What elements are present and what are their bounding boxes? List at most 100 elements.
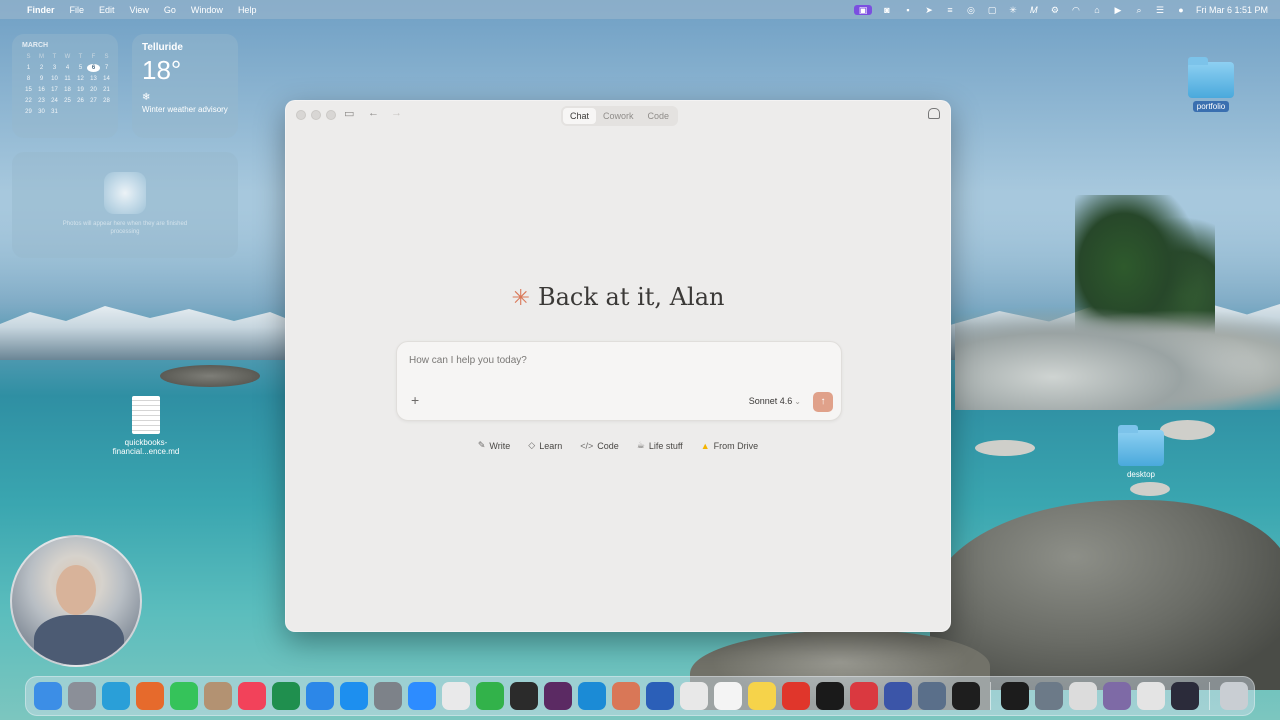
model-selector[interactable]: Sonnet 4.6 ⌄ (749, 396, 801, 406)
system-settings-icon[interactable] (374, 682, 402, 710)
pencil-icon: ✎ (477, 440, 486, 450)
menu-view[interactable]: View (130, 5, 149, 15)
close-button[interactable] (296, 110, 306, 120)
chatgpt-icon[interactable] (510, 682, 538, 710)
zoom-icon[interactable] (408, 682, 436, 710)
incognito-icon[interactable] (928, 108, 940, 119)
window-titlebar[interactable]: ▭ ← → Chat Cowork Code (286, 101, 950, 129)
weather-widget[interactable]: Telluride 18° ❄ Winter weather advisory (132, 34, 238, 138)
expressvpn-icon[interactable] (850, 682, 878, 710)
powershell-icon[interactable] (884, 682, 912, 710)
word-icon[interactable] (646, 682, 674, 710)
contacts-icon[interactable] (204, 682, 232, 710)
launchpad-icon[interactable] (68, 682, 96, 710)
sidebar-toggle-icon[interactable]: ▭ (344, 107, 354, 120)
chip-life-stuff[interactable]: ☕ Life stuff (631, 437, 689, 454)
box-icon[interactable]: ▢ (986, 5, 998, 15)
menu-finder[interactable]: Finder (27, 5, 55, 15)
calendar-day: 14 (103, 76, 110, 82)
m-icon[interactable]: 𝑀 (1028, 5, 1040, 15)
menu-go[interactable]: Go (164, 5, 176, 15)
wallpaper-rock (1130, 482, 1170, 496)
prompt-input[interactable] (409, 355, 709, 366)
app-icon[interactable] (918, 682, 946, 710)
composer[interactable]: + Sonnet 4.6⌄ ↑ (396, 341, 842, 421)
clock[interactable]: Fri Mar 6 1:51 PM (1196, 5, 1268, 15)
window-thumb-1[interactable] (1001, 682, 1029, 710)
calendar-day: 21 (103, 87, 110, 93)
zoom-button[interactable] (326, 110, 336, 120)
menu-edit[interactable]: Edit (99, 5, 115, 15)
menu-window[interactable]: Window (191, 5, 223, 15)
forward-arrow-icon[interactable]: → (391, 107, 402, 119)
window-thumb-6[interactable] (1171, 682, 1199, 710)
calendar-day: 2 (39, 65, 44, 71)
zoom-status-icon[interactable]: ▪ (902, 5, 914, 15)
send-button[interactable]: ↑ (813, 392, 833, 412)
safari-icon[interactable] (306, 682, 334, 710)
finder-icon[interactable] (34, 682, 62, 710)
telegram-icon[interactable] (102, 682, 130, 710)
music-icon[interactable] (238, 682, 266, 710)
menu-file[interactable]: File (70, 5, 85, 15)
photos-widget[interactable]: Photos will appear here when they are fi… (12, 152, 238, 258)
slack-icon[interactable] (544, 682, 572, 710)
tab-code[interactable]: Code (641, 108, 677, 124)
calendar-day: 19 (77, 87, 84, 93)
calendar-today: 6 (87, 64, 100, 72)
desktop-folder-portfolio[interactable]: portfolio (1186, 57, 1236, 112)
network-icon[interactable]: ◎ (965, 5, 977, 15)
add-attachment-button[interactable]: + (411, 392, 419, 408)
gear-icon[interactable]: ⚙ (1049, 5, 1061, 15)
facetime-icon[interactable] (170, 682, 198, 710)
desktop-folder-desktop[interactable]: desktop (1116, 425, 1166, 480)
minimize-button[interactable] (311, 110, 321, 120)
screen-recording-icon[interactable]: ▣ (853, 4, 872, 15)
wunderbucket-icon[interactable] (816, 682, 844, 710)
wifi-icon[interactable]: ◠ (1070, 5, 1082, 15)
expressvpn-status-icon[interactable]: ≡ (944, 5, 956, 15)
prime-video-icon[interactable] (578, 682, 606, 710)
chrome-icon[interactable] (680, 682, 708, 710)
chip-label: Learn (539, 440, 563, 451)
wallpaper-rock (975, 440, 1035, 456)
control-center-icon[interactable]: ☰ (1154, 5, 1166, 15)
airdrop-icon[interactable]: ⌂ (1091, 5, 1103, 15)
window-thumb-4[interactable] (1103, 682, 1131, 710)
camera-icon[interactable]: ◙ (881, 5, 893, 15)
claude-icon[interactable] (612, 682, 640, 710)
window-thumb-5[interactable] (1137, 682, 1165, 710)
firefox-icon[interactable] (136, 682, 164, 710)
chip-learn[interactable]: ◇ Learn (522, 437, 568, 454)
chip-label: From Drive (713, 440, 759, 451)
menu-help[interactable]: Help (238, 5, 257, 15)
terminal-icon[interactable] (952, 682, 980, 710)
play-icon[interactable]: ▶ (1112, 5, 1124, 15)
window-thumb-2[interactable] (1035, 682, 1063, 710)
search-icon[interactable]: ⌕ (1133, 5, 1145, 15)
notes-icon[interactable] (748, 682, 776, 710)
excel-icon[interactable] (272, 682, 300, 710)
back-arrow-icon[interactable]: ← (368, 107, 379, 119)
window-thumb-3[interactable] (1069, 682, 1097, 710)
calendar-day: 7 (104, 65, 109, 71)
calendar-day: 23 (38, 98, 45, 104)
sheets-icon[interactable] (442, 682, 470, 710)
siri-icon[interactable]: ● (1175, 5, 1187, 15)
send-icon[interactable]: ➤ (923, 5, 935, 15)
app-store-icon[interactable] (340, 682, 368, 710)
chip-from-drive[interactable]: ▲ From Drive (695, 437, 764, 454)
textedit-icon[interactable] (714, 682, 742, 710)
numbers-icon[interactable] (476, 682, 504, 710)
coffee-cup-icon: ☕ (636, 440, 645, 450)
tab-cowork[interactable]: Cowork (596, 108, 641, 124)
weather-city: Telluride (142, 42, 183, 53)
chip-code[interactable]: </> Code (574, 437, 625, 454)
sparkle-icon[interactable]: ✳ (1007, 5, 1019, 15)
acrobat-icon[interactable] (782, 682, 810, 710)
calendar-widget[interactable]: MARCH S M T W T F S 1 2 3 4 5 6 7 8 9 10 11 12 13 14 15 16 17 18… (12, 34, 118, 138)
chip-write[interactable]: ✎ Write (472, 437, 516, 454)
trash-icon[interactable] (1220, 682, 1248, 710)
tab-chat[interactable]: Chat (563, 108, 597, 124)
desktop-file-quickbooks[interactable]: quickbooks-financial...ence.md (100, 396, 192, 457)
